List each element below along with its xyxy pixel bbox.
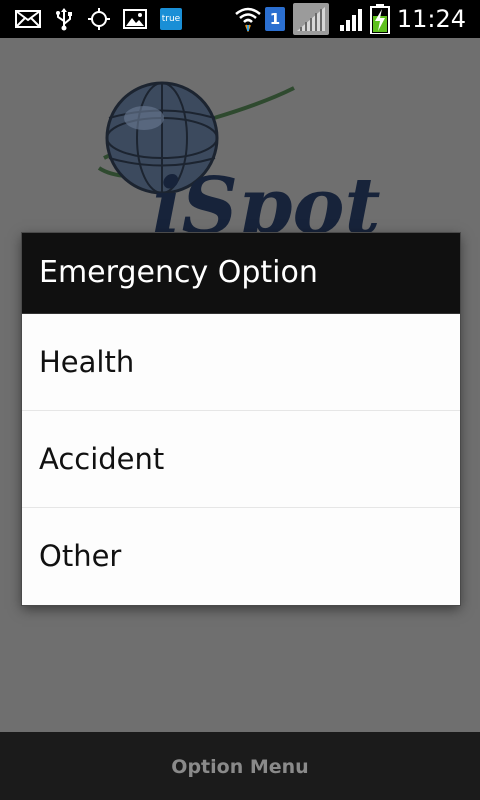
true-app-label: true	[160, 8, 182, 30]
dialog-title: Emergency Option	[22, 233, 460, 314]
signal-box-icon	[293, 3, 329, 35]
clock: 11:24	[396, 5, 466, 33]
option-other[interactable]: Other	[22, 508, 460, 604]
option-accident[interactable]: Accident	[22, 411, 460, 508]
status-bar: true 1 11:24	[0, 0, 480, 38]
dialog-option-list: Health Accident Other	[22, 314, 460, 604]
option-menu-button[interactable]: Option Menu	[0, 732, 480, 800]
image-icon	[122, 7, 148, 31]
sim-number: 1	[265, 7, 285, 31]
wifi-icon	[234, 7, 262, 32]
mail-icon	[14, 7, 42, 31]
option-health[interactable]: Health	[22, 314, 460, 411]
gps-icon	[86, 7, 112, 31]
true-app-icon: true	[160, 7, 182, 31]
sim-1-icon: 1	[265, 7, 285, 31]
emergency-option-dialog: Emergency Option Health Accident Other	[22, 233, 460, 605]
usb-icon	[52, 7, 76, 31]
battery-charging-icon	[369, 4, 391, 34]
signal-icon	[339, 7, 365, 31]
